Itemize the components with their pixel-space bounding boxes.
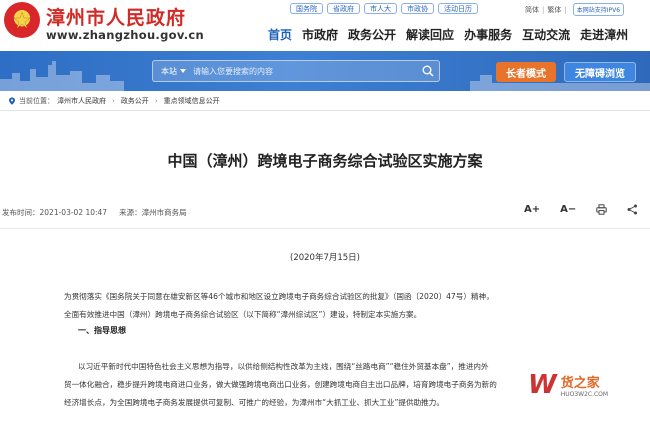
publish-time: 发布时间：2021-03-02 10:47 — [2, 208, 108, 217]
accessible-mode-button[interactable]: 无障碍浏览 — [564, 62, 636, 82]
top-link-province[interactable]: 省政府 — [327, 3, 360, 14]
nav-item-interpretation[interactable]: 解读回应 — [406, 26, 454, 43]
nav-item-services[interactable]: 办事服务 — [464, 26, 512, 43]
paragraph-intro-line-1: 为贯彻落实《国务院关于同意在雄安新区等46个城市和地区设立跨境电子商务综合试验区… — [64, 292, 494, 301]
elder-mode-button[interactable]: 长者模式 — [496, 62, 556, 82]
search-input[interactable] — [193, 66, 417, 76]
article-tools: A+ A− — [524, 204, 638, 215]
font-smaller-button[interactable]: A− — [560, 204, 576, 215]
nav-item-about[interactable]: 走进漳州 — [580, 26, 628, 43]
watermark-logo: W 货之家 HUO3W2C.COM — [528, 362, 646, 408]
top-link-calendar[interactable]: 活动日历 — [438, 3, 478, 14]
top-links: 国务院 省政府 市人大 市政协 活动日历 — [290, 3, 478, 14]
breadcrumb: 当前位置： 漳州市人民政府 › 政务公开 › 重点领域信息公开 — [8, 96, 220, 106]
divider — [0, 110, 650, 111]
ipv6-badge: 本网站支持IPV6 — [572, 3, 625, 16]
chevron-right-icon: › — [154, 97, 158, 105]
paragraph-guideline-line-1: 以习近平新时代中国特色社会主义思想为指导，以供给侧结构性改革为主线，围绕“丝路电… — [78, 362, 489, 371]
nav-item-interaction[interactable]: 互动交流 — [522, 26, 570, 43]
breadcrumb-item-public-affairs[interactable]: 政务公开 — [121, 96, 149, 106]
site-title[interactable]: 漳州市人民政府 — [46, 3, 186, 30]
printer-icon — [596, 204, 607, 215]
nav-item-government[interactable]: 市政府 — [302, 26, 338, 43]
lang-separator: | — [564, 5, 567, 14]
main-nav: 首页 市政府 政务公开 解读回应 办事服务 互动交流 走进漳州 — [268, 26, 628, 43]
search-box: 本站 — [152, 60, 440, 82]
breadcrumb-item-home[interactable]: 漳州市人民政府 — [57, 96, 106, 106]
top-link-state-council[interactable]: 国务院 — [290, 3, 323, 14]
top-link-cppcc[interactable]: 市政协 — [401, 3, 434, 14]
search-button[interactable] — [417, 61, 439, 81]
lang-traditional[interactable]: 繁体 — [547, 5, 561, 15]
paragraph-intro-line-2: 全面有效推进中国（漳州）跨境电子商务综合试验区（以下简称“漳州综试区”）建设，特… — [64, 310, 422, 319]
article-source: 来源：漳州市商务局 — [119, 208, 187, 217]
share-button[interactable] — [627, 204, 638, 215]
divider — [0, 228, 650, 229]
national-emblem-icon — [4, 2, 40, 38]
lang-simplified[interactable]: 简体 — [525, 5, 539, 15]
search-banner: 本站 长者模式 无障碍浏览 — [0, 51, 650, 91]
top-link-npc[interactable]: 市人大 — [364, 3, 397, 14]
watermark-mark: W — [528, 370, 557, 400]
search-scope-label: 本站 — [161, 66, 177, 76]
language-switcher: 简体 | 繁体 | 本网站支持IPV6 — [525, 3, 625, 16]
font-larger-button[interactable]: A+ — [524, 204, 540, 215]
lang-separator: | — [542, 5, 545, 14]
paragraph-guideline-line-2: 贸一体化融合，稳步提升跨境电商进口业务，做大做强跨境电商出口业务，创建跨境电商自… — [64, 380, 497, 389]
search-icon — [422, 65, 434, 77]
site-domain: www.zhangzhou.gov.cn — [46, 28, 204, 42]
document-date: (2020年7月15日) — [290, 253, 360, 263]
location-icon — [9, 97, 15, 105]
watermark-text: 货之家 HUO3W2C.COM — [561, 372, 608, 398]
watermark-url: HUO3W2C.COM — [560, 391, 609, 398]
search-scope-select[interactable]: 本站 — [153, 66, 193, 77]
share-icon — [627, 204, 638, 215]
page-title: 中国（漳州）跨境电子商务综合试验区实施方案 — [167, 152, 483, 170]
breadcrumb-prefix: 当前位置： — [19, 97, 54, 105]
chevron-down-icon — [180, 69, 186, 73]
chevron-right-icon: › — [112, 97, 115, 105]
section-heading: 一、指导思想 — [78, 326, 126, 335]
site-header: 漳州市人民政府 www.zhangzhou.gov.cn 国务院 省政府 市人大… — [0, 0, 650, 50]
paragraph-guideline-line-3: 经济增长点，为全国跨境电子商务发展提供可复制、可推广的经验，为漳州市“大抓工业、… — [64, 398, 444, 407]
watermark-name: 货之家 — [560, 376, 600, 391]
breadcrumb-item-key-areas[interactable]: 重点领域信息公开 — [164, 96, 220, 106]
print-button[interactable] — [596, 204, 607, 215]
nav-item-public-affairs[interactable]: 政务公开 — [348, 26, 396, 43]
nav-item-home[interactable]: 首页 — [268, 26, 292, 43]
article-meta: 发布时间：2021-03-02 10:47 来源：漳州市商务局 — [2, 207, 187, 218]
